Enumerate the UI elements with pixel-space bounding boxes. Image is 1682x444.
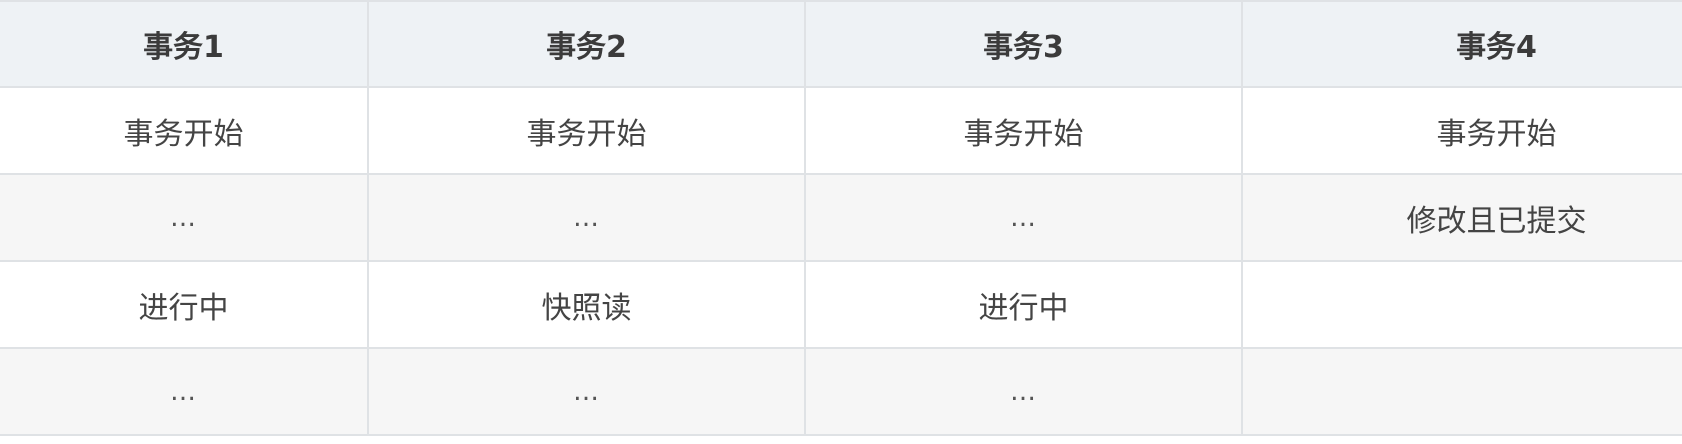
table-row: 事务开始 事务开始 事务开始 事务开始 <box>0 86 1682 175</box>
table-header-row: 事务1 事务2 事务3 事务4 <box>0 0 1682 88</box>
table-cell: … <box>0 173 369 262</box>
column-header-transaction-2: 事务2 <box>367 0 806 88</box>
table-cell: 事务开始 <box>0 86 369 175</box>
table-cell: … <box>0 347 369 436</box>
table-cell: 事务开始 <box>367 86 806 175</box>
table-cell: … <box>804 173 1243 262</box>
column-header-transaction-4: 事务4 <box>1241 0 1682 88</box>
column-header-transaction-1: 事务1 <box>0 0 369 88</box>
table-cell: 快照读 <box>367 260 806 349</box>
table-cell: 事务开始 <box>804 86 1243 175</box>
column-header-transaction-3: 事务3 <box>804 0 1243 88</box>
table-cell: 修改且已提交 <box>1241 173 1682 262</box>
table-cell <box>1241 260 1682 349</box>
table-row: … … … <box>0 347 1682 436</box>
table-row: … … … 修改且已提交 <box>0 173 1682 262</box>
table-cell: … <box>367 347 806 436</box>
table-cell: 事务开始 <box>1241 86 1682 175</box>
table-cell: … <box>367 173 806 262</box>
table-cell: … <box>804 347 1243 436</box>
table-cell <box>1241 347 1682 436</box>
table-cell: 进行中 <box>804 260 1243 349</box>
table-row: 进行中 快照读 进行中 <box>0 260 1682 349</box>
transaction-table: 事务1 事务2 事务3 事务4 事务开始 事务开始 事务开始 事务开始 … … … <box>0 0 1682 436</box>
table-cell: 进行中 <box>0 260 369 349</box>
transaction-table-container: 事务1 事务2 事务3 事务4 事务开始 事务开始 事务开始 事务开始 … … … <box>0 0 1682 444</box>
